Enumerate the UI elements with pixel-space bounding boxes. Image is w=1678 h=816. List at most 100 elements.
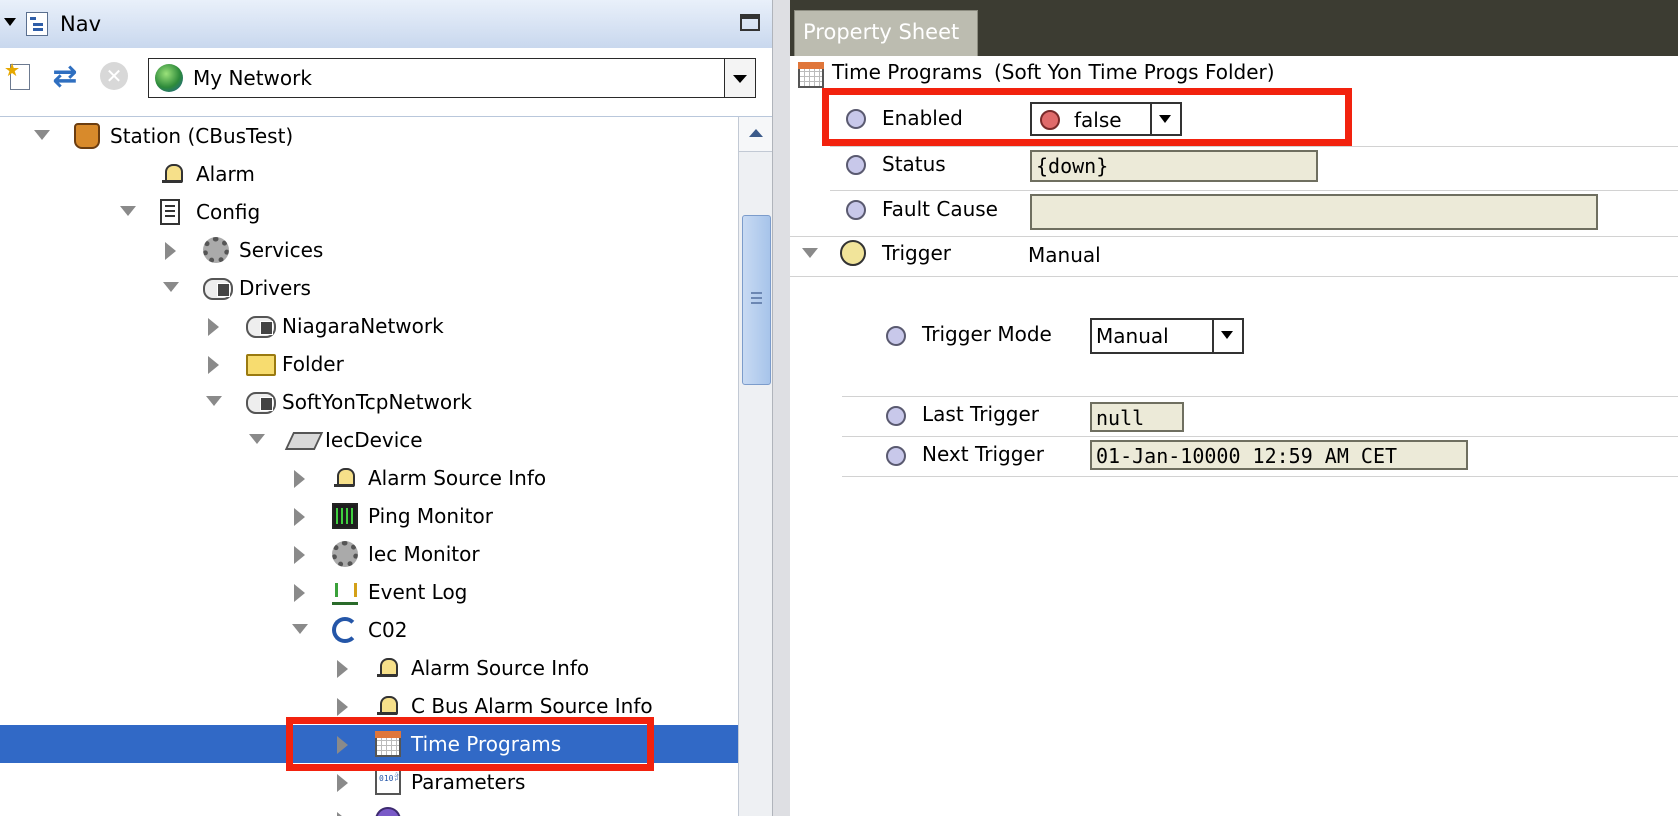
expanded-toggle-icon[interactable]: [206, 396, 222, 406]
collapsed-toggle-icon[interactable]: [294, 508, 305, 526]
trigger-expand-toggle[interactable]: [802, 248, 818, 258]
next-trigger-field: 01-Jan-10000 12:59 AM CET: [1090, 440, 1468, 470]
trigger-label: Trigger: [882, 241, 951, 265]
tree-node-label: Drivers: [239, 276, 311, 300]
close-session-icon[interactable]: ✕: [100, 62, 128, 90]
tree-node-label: C Bus Alarm Source Info: [411, 694, 653, 718]
expanded-toggle-icon[interactable]: [34, 130, 50, 140]
home-bookmark-icon[interactable]: ★: [4, 62, 34, 92]
ping-chart-icon: [332, 503, 358, 529]
tree-node[interactable]: Station (CBusTest): [0, 117, 738, 155]
object-type: (Soft Yon Time Progs Folder): [994, 60, 1275, 84]
pane-splitter[interactable]: [772, 0, 792, 816]
property-sheet-pane: Property Sheet Time Programs (Soft Yon T…: [790, 0, 1678, 816]
trigger-mode-value: Manual: [1096, 324, 1169, 348]
trigger-mode-select[interactable]: Manual: [1090, 318, 1244, 354]
collapsed-toggle-icon[interactable]: [165, 242, 176, 260]
tree-node[interactable]: IecDevice: [0, 421, 738, 459]
property-slot-icon: [886, 446, 906, 466]
tree-node-label: Parameters: [411, 770, 526, 794]
collapsed-toggle-icon[interactable]: [294, 584, 305, 602]
expanded-toggle-icon[interactable]: [163, 282, 179, 292]
tree-node[interactable]: Config: [0, 193, 738, 231]
calendar-icon: [798, 62, 824, 88]
maximize-icon[interactable]: [740, 14, 760, 31]
tree-node[interactable]: Iec Monitor: [0, 535, 738, 573]
last-trigger-label: Last Trigger: [922, 402, 1039, 426]
status-field: {down}: [1030, 150, 1318, 182]
alarm-bell-icon: [332, 465, 358, 491]
tree-node-label: Folder: [282, 352, 344, 376]
collapsed-toggle-icon[interactable]: [294, 546, 305, 564]
trigger-mode-label: Trigger Mode: [922, 322, 1052, 346]
network-cloud-icon: [246, 392, 276, 414]
tree-node-label: Alarm Source Info: [368, 466, 547, 490]
tree-node-label: Alarm: [196, 162, 255, 186]
tab-bar: Property Sheet: [790, 0, 1678, 56]
tree-node[interactable]: Drivers: [0, 269, 738, 307]
fault-cause-field: [1030, 194, 1598, 230]
tree-node-label: Event Log: [368, 580, 468, 604]
config-icon: [160, 199, 180, 225]
tree-node[interactable]: Alarm Source Info: [0, 459, 738, 497]
tree-node[interactable]: Folder: [0, 345, 738, 383]
tree-node[interactable]: C02: [0, 611, 738, 649]
tree-node[interactable]: Services: [0, 231, 738, 269]
fault-cause-label: Fault Cause: [882, 197, 998, 221]
tree-node-label: NiagaraNetwork: [282, 314, 444, 338]
collapsed-toggle-icon[interactable]: [208, 356, 219, 374]
tree-node-label: IecDevice: [325, 428, 423, 452]
pane-menu-dropdown-icon[interactable]: [4, 18, 16, 26]
globe-icon: [155, 64, 183, 92]
tree-node-label: Iec Monitor: [368, 542, 480, 566]
tree-node-label: Config: [196, 200, 261, 224]
nav-tree-scrollbar[interactable]: [738, 117, 773, 816]
property-slot-icon: [846, 200, 866, 220]
scroll-up-button[interactable]: [739, 117, 773, 152]
alarm-bell-icon: [375, 655, 401, 681]
property-slot-icon: [886, 326, 906, 346]
property-slot-icon: [846, 155, 866, 175]
nav-title: Nav: [60, 12, 102, 36]
tab-property-sheet[interactable]: Property Sheet: [794, 10, 978, 56]
tab-property-sheet-label: Property Sheet: [803, 20, 960, 44]
device-icon: [284, 432, 324, 450]
nav-header: Nav: [0, 0, 772, 49]
collapsed-toggle-icon[interactable]: [208, 318, 219, 336]
collapsed-toggle-icon[interactable]: [337, 698, 348, 716]
network-selector-value: My Network: [193, 66, 312, 90]
chevron-down-icon[interactable]: [724, 59, 755, 97]
expanded-toggle-icon[interactable]: [292, 624, 308, 634]
collapsed-toggle-icon[interactable]: [294, 470, 305, 488]
chevron-down-icon[interactable]: [1212, 320, 1242, 352]
alarm-bell-icon: [375, 693, 401, 719]
tree-node[interactable]: NiagaraNetwork: [0, 307, 738, 345]
tree-node[interactable]: Alarm: [0, 155, 738, 193]
expanded-toggle-icon[interactable]: [120, 206, 136, 216]
point-icon: [375, 807, 401, 816]
folder-icon: [246, 354, 276, 376]
collapsed-toggle-icon[interactable]: [337, 812, 348, 816]
network-cloud-icon: [246, 316, 276, 338]
gear-icon: [332, 541, 358, 567]
next-trigger-label: Next Trigger: [922, 442, 1044, 466]
scroll-thumb[interactable]: [742, 215, 771, 385]
tree-node-label: Station (CBusTest): [110, 124, 294, 148]
tree-node[interactable]: [0, 801, 738, 816]
tree-node-label: Ping Monitor: [368, 504, 493, 528]
alarm-bell-icon: [160, 161, 186, 187]
tree-node[interactable]: Ping Monitor: [0, 497, 738, 535]
gear-icon: [203, 237, 229, 263]
refresh-icon[interactable]: ⇄: [50, 62, 80, 92]
parameters-icon: [375, 769, 401, 795]
collapsed-toggle-icon[interactable]: [337, 660, 348, 678]
expanded-toggle-icon[interactable]: [249, 434, 265, 444]
tree-node[interactable]: Alarm Source Info: [0, 649, 738, 687]
tree-node-label: C02: [368, 618, 408, 642]
collapsed-toggle-icon[interactable]: [337, 774, 348, 792]
tree-node-label: SoftYonTcpNetwork: [282, 390, 472, 414]
tree-node[interactable]: Event Log: [0, 573, 738, 611]
network-cloud-icon: [203, 278, 233, 300]
network-selector[interactable]: My Network: [148, 58, 756, 98]
tree-node[interactable]: SoftYonTcpNetwork: [0, 383, 738, 421]
